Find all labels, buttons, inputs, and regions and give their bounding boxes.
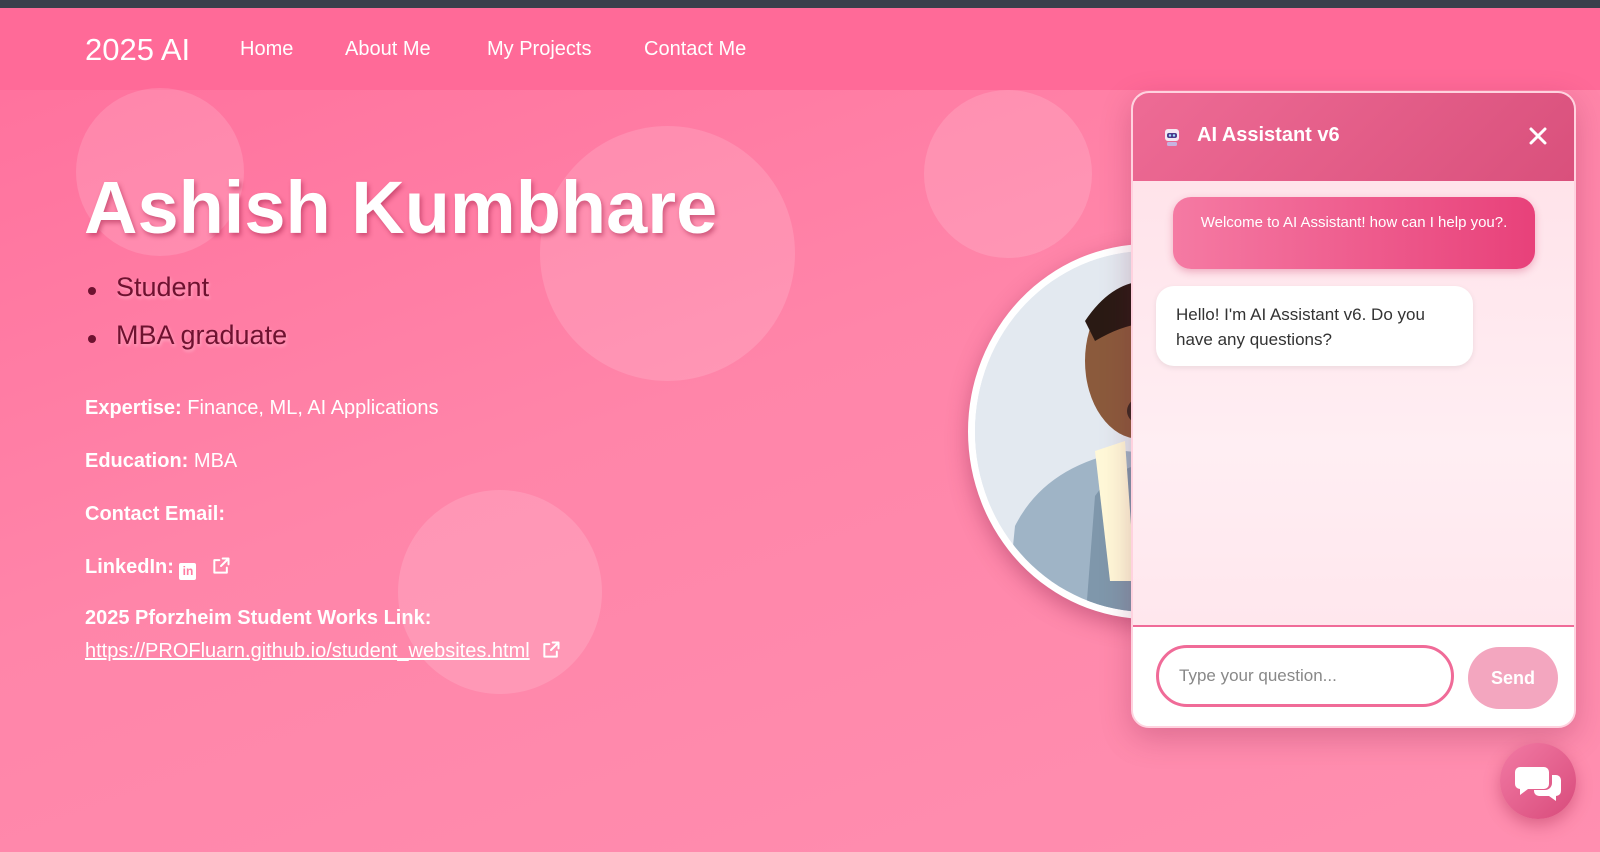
nav-link-my-projects[interactable]: My Projects [487, 38, 591, 61]
expertise-value: Finance, ML, AI Applications [187, 397, 439, 419]
education-label: Education: [85, 450, 189, 472]
works-row: 2025 Pforzheim Student Works Link: [85, 607, 431, 630]
navbar: 2025 AI Home About Me My Projects Contac… [0, 8, 1600, 90]
linkedin-row: LinkedIn: in [85, 556, 231, 580]
welcome-message: Welcome to AI Assistant! how can I help … [1173, 197, 1535, 269]
chat-bubbles-icon [1515, 767, 1561, 801]
nav-link-home[interactable]: Home [240, 38, 293, 61]
works-link[interactable]: https://PROFluarn.github.io/student_webs… [85, 640, 530, 662]
role-label: Student [116, 272, 210, 302]
email-row: Contact Email: [85, 503, 225, 526]
linkedin-label: LinkedIn: [85, 556, 174, 578]
bullet-icon [88, 287, 96, 295]
chat-header: AI Assistant v6 [1133, 93, 1574, 181]
expertise-label: Expertise: [85, 397, 182, 419]
education-value: MBA [193, 450, 238, 472]
expertise-row: Expertise: Finance, ML, AI Applications [85, 397, 439, 420]
chat-title: AI Assistant v6 [1197, 124, 1340, 146]
brand-logo[interactable]: 2025 AI [85, 32, 190, 68]
external-link-icon[interactable] [541, 640, 561, 660]
chat-widget: AI Assistant v6 Welcome to AI Assistant!… [1131, 91, 1576, 728]
role-item: Student [86, 272, 287, 320]
works-link-row: https://PROFluarn.github.io/student_webs… [85, 640, 561, 663]
linkedin-icon[interactable]: in [179, 563, 197, 580]
nav-link-contact-me[interactable]: Contact Me [644, 38, 746, 61]
role-list: Student MBA graduate [86, 272, 287, 368]
education-row: Education: MBA [85, 450, 237, 473]
close-icon[interactable] [1523, 121, 1553, 151]
robot-icon [1165, 129, 1179, 146]
role-label: MBA graduate [116, 320, 288, 350]
works-label: 2025 Pforzheim Student Works Link: [85, 607, 432, 629]
chat-toggle-button[interactable] [1500, 743, 1576, 819]
decor-bubble [924, 90, 1092, 258]
bullet-icon [88, 335, 96, 343]
hero-name: Ashish Kumbhare [84, 166, 718, 249]
bot-message: Hello! I'm AI Assistant v6. Do you have … [1156, 286, 1473, 366]
chat-input[interactable] [1156, 645, 1454, 707]
decor-bubble [398, 490, 602, 694]
role-item: MBA graduate [86, 320, 287, 368]
chat-footer: Send [1133, 625, 1574, 726]
nav-link-about-me[interactable]: About Me [345, 38, 431, 61]
external-link-icon[interactable] [211, 556, 231, 576]
send-button[interactable]: Send [1468, 647, 1558, 709]
email-label: Contact Email: [85, 503, 226, 525]
browser-top-bar [0, 0, 1600, 8]
